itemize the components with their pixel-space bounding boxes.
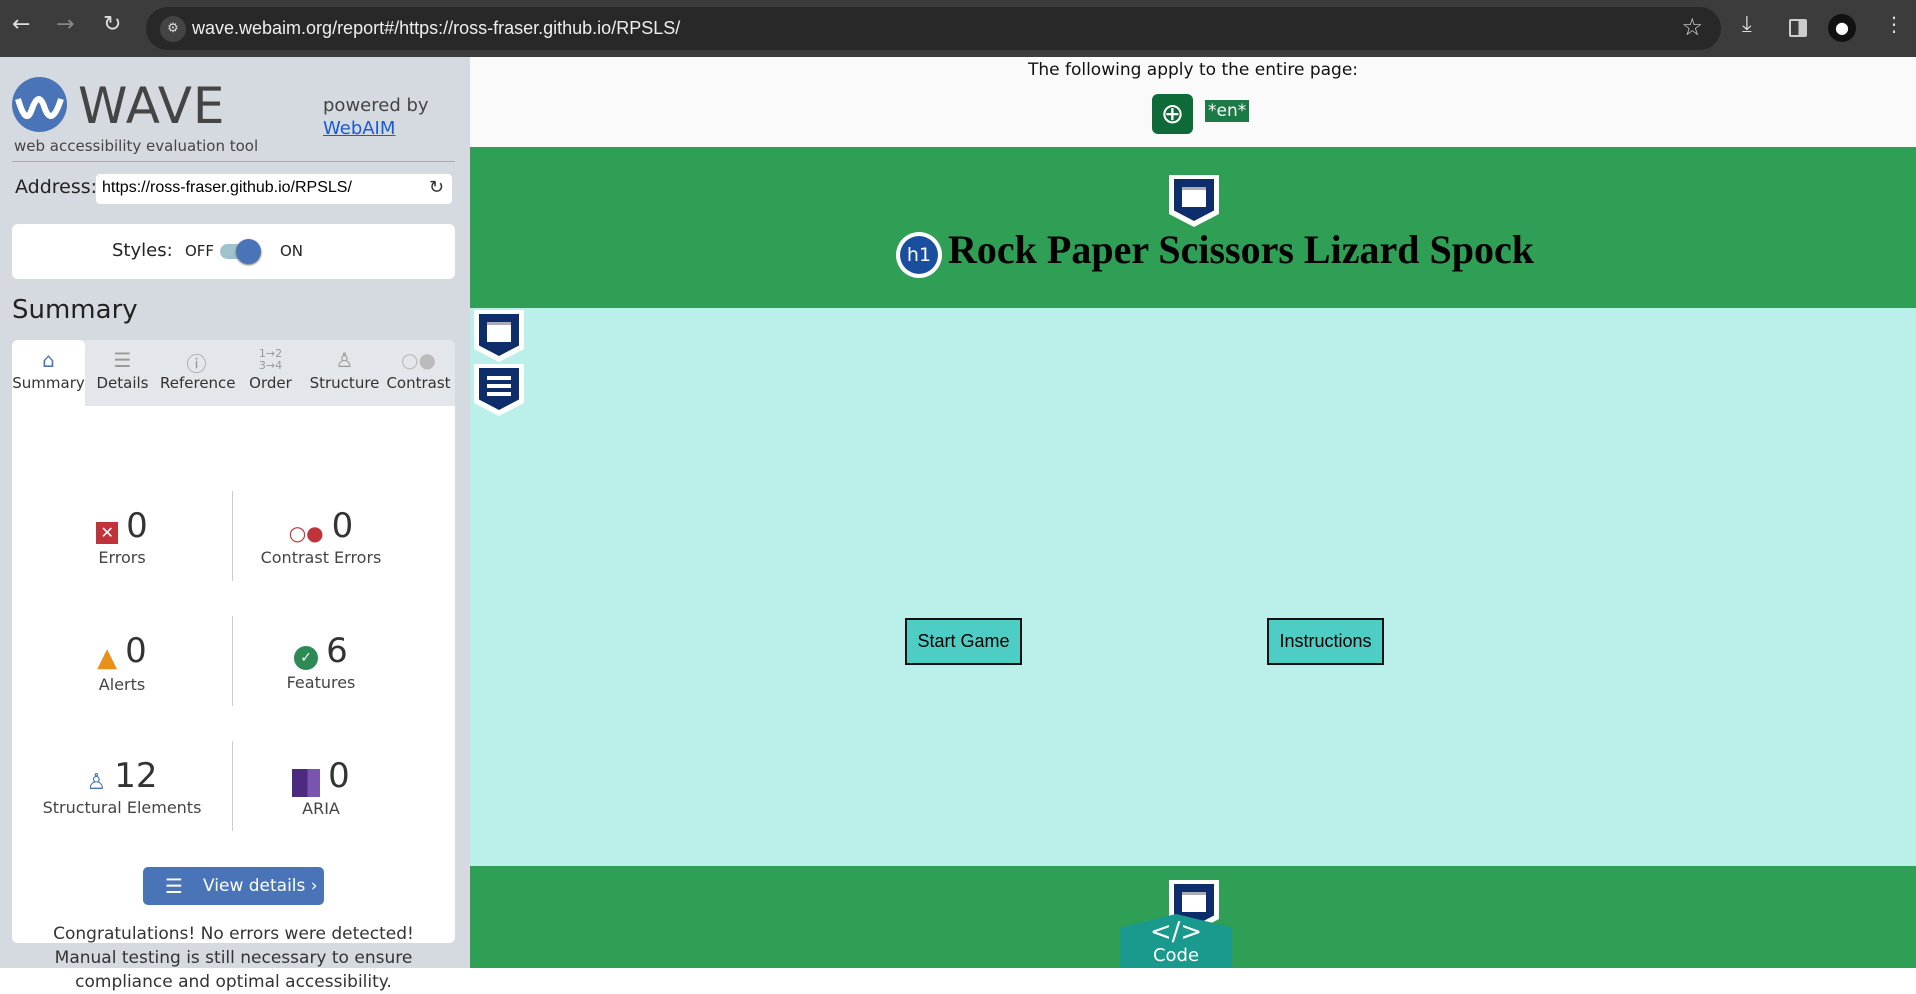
errors-label: Errors	[98, 548, 146, 567]
download-icon[interactable]: ⤓	[1742, 12, 1752, 37]
wave-sidebar: WAVE web accessibility evaluation tool p…	[0, 57, 470, 992]
page-header: h1 Rock Paper Scissors Lizard Spock	[470, 147, 1916, 308]
tab-bar: ⌂ Summary ☰ Details ⓘ Reference 1→2 3→4 Order…	[12, 340, 455, 406]
tab-structure[interactable]: ♙ Structure	[308, 340, 381, 406]
summary-heading: Summary	[12, 295, 138, 325]
styles-toggle[interactable]	[220, 239, 261, 264]
address-bar[interactable]: ⚙ wave.webaim.org/report#/https://ross-f…	[146, 7, 1721, 50]
main-landmark-icon[interactable]	[474, 310, 524, 362]
browser-toolbar: ← → ↻ ⚙ wave.webaim.org/report#/https://…	[0, 0, 1916, 57]
info-icon: ⓘ	[186, 352, 207, 376]
page-preview: The following apply to the entire page: …	[470, 57, 1916, 968]
stat-contrast-errors[interactable]: ○● 0 Contrast Errors	[221, 506, 421, 567]
url-text[interactable]: wave.webaim.org/report#/https://ross-fra…	[192, 18, 680, 39]
home-icon: ⌂	[42, 348, 55, 372]
bookmark-star-icon[interactable]: ☆	[1681, 13, 1703, 41]
profile-icon[interactable]: ●	[1828, 14, 1856, 42]
aria-label: ARIA	[302, 798, 340, 818]
reload-icon[interactable]: ↻	[103, 12, 121, 37]
wave-logo-icon	[12, 77, 67, 132]
aria-count: 0	[328, 756, 350, 796]
tagline: web accessibility evaluation tool	[14, 137, 259, 155]
divider	[12, 161, 455, 162]
applies-text: The following apply to the entire page:	[1027, 60, 1359, 80]
structure-icon: ♙	[335, 348, 354, 372]
tab-order[interactable]: 1→2 3→4 Order	[234, 340, 307, 406]
tab-details[interactable]: ☰ Details	[86, 340, 159, 406]
summary-panel: ✕ 0 Errors ○● 0 Contrast Errors ▲ 0 Alerts ✓ 6 F…	[12, 406, 455, 992]
alerts-count: 0	[125, 631, 147, 671]
header-landmark-icon[interactable]	[1169, 175, 1219, 227]
forward-icon[interactable]: →	[56, 12, 74, 37]
instructions-button[interactable]: Instructions	[1267, 618, 1384, 665]
stat-errors[interactable]: ✕ 0 Errors	[22, 506, 222, 567]
features-count: 6	[326, 631, 348, 671]
order-icon: 1→2 3→4	[258, 347, 283, 372]
refresh-icon[interactable]: ↻	[429, 177, 444, 198]
list-icon: ☰	[113, 348, 132, 372]
language-badge: *en*	[1205, 100, 1250, 122]
contrast-label: Contrast Errors	[260, 548, 382, 567]
list-icon: ☰	[165, 874, 183, 898]
h1-badge: h1	[900, 236, 938, 274]
alerts-label: Alerts	[98, 674, 146, 694]
structure-icon: ♙	[86, 770, 107, 795]
styles-off-label: OFF	[185, 242, 215, 260]
tab-summary[interactable]: ⌂ Summary	[12, 340, 85, 406]
tab-label: Reference	[160, 374, 236, 392]
stat-features[interactable]: ✓ 6 Features	[221, 631, 421, 692]
menu-icon[interactable]: ⋮	[1884, 12, 1904, 36]
site-settings-icon[interactable]: ⚙	[160, 16, 186, 42]
stat-alerts[interactable]: ▲ 0 Alerts	[22, 631, 222, 694]
structural-count: 12	[114, 756, 158, 796]
feature-check-icon: ✓	[294, 645, 319, 670]
tab-label: Summary	[12, 374, 85, 392]
styles-on-label: ON	[280, 242, 304, 260]
view-details-button[interactable]: ☰ View details ›	[143, 867, 324, 905]
tab-label: Contrast	[386, 374, 451, 392]
page-content	[470, 308, 1916, 866]
h1-icon[interactable]: h1	[896, 232, 942, 278]
alert-icon: ▲	[97, 642, 118, 673]
page-title: Rock Paper Scissors Lizard Spock	[948, 227, 1534, 272]
language-globe-icon[interactable]: ⊕	[1152, 94, 1193, 134]
start-game-button[interactable]: Start Game	[905, 618, 1022, 665]
toggle-knob[interactable]	[236, 239, 261, 264]
address-label: Address:	[15, 176, 98, 198]
errors-count: 0	[126, 506, 148, 546]
back-icon[interactable]: ←	[12, 12, 30, 37]
webaim-link[interactable]: WebAIM	[323, 118, 395, 139]
view-details-label: View details ›	[203, 876, 318, 896]
section-landmark-icon[interactable]	[474, 364, 524, 416]
result-message: Congratulations! No errors were detected…	[53, 924, 414, 992]
aria-icon	[292, 768, 321, 797]
styles-label: Styles:	[112, 240, 173, 261]
code-label: Code	[1152, 945, 1200, 966]
error-icon: ✕	[96, 521, 119, 544]
contrast-error-icon: ○●	[288, 520, 324, 545]
address-value[interactable]: https://ross-fraser.github.io/RPSLS/	[102, 179, 352, 197]
side-panel-icon[interactable]	[1789, 19, 1807, 37]
tab-label: Structure	[309, 374, 380, 392]
address-input[interactable]: https://ross-fraser.github.io/RPSLS/ ↻	[96, 174, 452, 204]
styles-toggle-panel: Styles: OFF ON	[12, 224, 455, 279]
powered-by: powered by	[323, 95, 429, 116]
tab-label: Order	[249, 374, 292, 392]
contrast-count: 0	[331, 506, 354, 546]
tab-contrast[interactable]: ○● Contrast	[382, 340, 455, 406]
features-label: Features	[286, 673, 356, 692]
stat-aria[interactable]: 0 ARIA	[221, 756, 421, 818]
wave-logo-text: WAVE	[78, 77, 226, 135]
stat-structural[interactable]: ♙ 12 Structural Elements	[22, 756, 222, 817]
tab-label: Details	[96, 374, 149, 392]
structural-label: Structural Elements	[42, 798, 202, 817]
tab-reference[interactable]: ⓘ Reference	[160, 340, 236, 406]
contrast-icon: ○●	[401, 348, 436, 372]
